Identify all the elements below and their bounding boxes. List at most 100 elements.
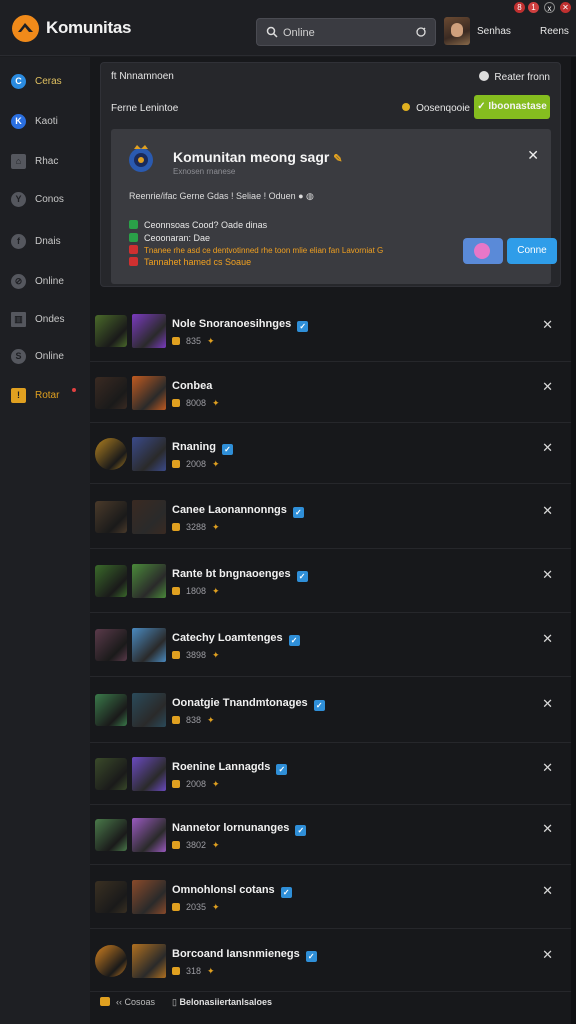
- sidebar-item-1[interactable]: C Ceras: [0, 67, 90, 97]
- dismiss-icon[interactable]: ✕: [542, 631, 553, 647]
- member-banner[interactable]: [132, 693, 166, 727]
- member-name[interactable]: Nannetor lornunanges ✓: [172, 822, 307, 836]
- member-banner[interactable]: [132, 437, 166, 471]
- member-avatar[interactable]: [95, 629, 127, 661]
- member-avatar[interactable]: [95, 565, 127, 597]
- scrollbar[interactable]: [571, 57, 576, 1024]
- search-box[interactable]: Online: [256, 18, 436, 46]
- member-banner[interactable]: [132, 314, 166, 348]
- member-banner[interactable]: [132, 564, 166, 598]
- member-stats-value: 835: [186, 336, 202, 346]
- close-icon[interactable]: ✕: [527, 147, 539, 164]
- member-avatar[interactable]: [95, 758, 127, 790]
- member-avatar[interactable]: [95, 438, 127, 470]
- member-row[interactable]: Nannetor lornunanges ✓ 3802 ✦ ✕: [90, 805, 571, 865]
- member-banner[interactable]: [132, 757, 166, 791]
- card-line: Tannahet hamed cs Soaue: [129, 257, 251, 267]
- member-name[interactable]: Roenine Lannagds ✓: [172, 761, 288, 775]
- member-row[interactable]: Conbea 8008 ✦ ✕: [90, 362, 571, 423]
- star-icon: ✦: [212, 779, 220, 789]
- alert-dot: [72, 388, 76, 392]
- footer-right[interactable]: ▯ Belonasiiertanlsaloes: [172, 997, 272, 1008]
- dismiss-icon[interactable]: ✕: [542, 317, 553, 333]
- member-name[interactable]: Nole Snoranoesihnges ✓: [172, 318, 309, 332]
- member-name[interactable]: Rante bt bngnaoenges ✓: [172, 568, 308, 582]
- panel-subheader-left[interactable]: Ferne Lenintoe: [111, 103, 178, 114]
- user-avatar[interactable]: [444, 17, 470, 45]
- panel-header-left[interactable]: ft Nnnamnoen: [111, 71, 174, 82]
- member-banner[interactable]: [132, 376, 166, 410]
- member-row[interactable]: Canee Laonannonngs ✓ 3288 ✦ ✕: [90, 484, 571, 549]
- panel-header-right[interactable]: Reater fronn: [479, 71, 550, 83]
- coin-icon: [172, 716, 180, 724]
- dismiss-icon[interactable]: ✕: [542, 503, 553, 519]
- notification-badge-1[interactable]: 8: [514, 2, 525, 13]
- dismiss-icon[interactable]: ✕: [542, 567, 553, 583]
- member-name[interactable]: Rnaning ✓: [172, 441, 233, 455]
- notification-badge-2[interactable]: 1: [528, 2, 539, 13]
- member-avatar[interactable]: [95, 945, 127, 977]
- dismiss-icon[interactable]: ✕: [542, 696, 553, 712]
- sidebar-item-3[interactable]: ⌂ Rhac: [0, 147, 90, 177]
- member-banner[interactable]: [132, 628, 166, 662]
- close-window-icon[interactable]: ✕: [560, 2, 571, 13]
- member-row[interactable]: Nole Snoranoesihnges ✓ 835 ✦ ✕: [90, 299, 571, 362]
- member-avatar[interactable]: [95, 819, 127, 851]
- header-link-1[interactable]: Senhas: [477, 26, 511, 37]
- app-logo[interactable]: [12, 15, 39, 42]
- sidebar-item-7[interactable]: ▥ Ondes: [0, 305, 90, 335]
- member-stats-value: 2008: [186, 779, 207, 789]
- join-button[interactable]: ✓ Iboonastase: [474, 95, 550, 119]
- member-banner[interactable]: [132, 500, 166, 534]
- member-name[interactable]: Omnohlonsl cotans ✓: [172, 884, 292, 898]
- f-circle-icon: f: [11, 234, 26, 249]
- footer-left[interactable]: ‹‹ Cosoas: [100, 997, 155, 1007]
- member-row[interactable]: Oonatgie Tnandmtonages ✓ 838 ✦ ✕: [90, 677, 571, 743]
- member-row[interactable]: Omnohlonsl cotans ✓ 2035 ✦ ✕: [90, 865, 571, 929]
- react-button[interactable]: [463, 238, 503, 264]
- member-avatar[interactable]: [95, 694, 127, 726]
- member-avatar[interactable]: [95, 377, 127, 409]
- member-banner[interactable]: [132, 818, 166, 852]
- notification-badge-3[interactable]: x: [544, 2, 555, 13]
- member-banner[interactable]: [132, 944, 166, 978]
- dismiss-icon[interactable]: ✕: [542, 883, 553, 899]
- search-icon: [266, 26, 278, 41]
- dismiss-icon[interactable]: ✕: [542, 821, 553, 837]
- member-stats-value: 2008: [186, 459, 207, 469]
- member-avatar[interactable]: [95, 501, 127, 533]
- clear-search-icon[interactable]: [415, 26, 427, 41]
- member-name[interactable]: Conbea: [172, 380, 212, 392]
- dismiss-icon[interactable]: ✕: [542, 440, 553, 456]
- member-avatar[interactable]: [95, 881, 127, 913]
- card-line-text: Tnanee rhe asd ce dentvotinned rhe toon …: [144, 246, 384, 255]
- member-row[interactable]: Catechy Loamtenges ✓ 3898 ✦ ✕: [90, 613, 571, 677]
- member-row[interactable]: Rnaning ✓ 2008 ✦ ✕: [90, 423, 571, 484]
- connect-button[interactable]: Conne: [507, 238, 557, 264]
- sidebar-item-2[interactable]: K Kaoti: [0, 107, 90, 137]
- dismiss-icon[interactable]: ✕: [542, 947, 553, 963]
- member-name[interactable]: Canee Laonannonngs ✓: [172, 504, 304, 518]
- search-input[interactable]: Online: [283, 27, 315, 39]
- sidebar-item-8[interactable]: S Online: [0, 342, 90, 372]
- panel-subheader-right[interactable]: Oosenqooie: [402, 103, 470, 114]
- member-row[interactable]: Rante bt bngnaoenges ✓ 1808 ✦ ✕: [90, 549, 571, 613]
- dismiss-icon[interactable]: ✕: [542, 760, 553, 776]
- member-stats-value: 8008: [186, 398, 207, 408]
- sidebar-item-6[interactable]: ⊘ Online: [0, 267, 90, 297]
- community-panel: ft Nnnamnoen Reater fronn Ferne Lenintoe…: [100, 62, 561, 287]
- member-avatar[interactable]: [95, 315, 127, 347]
- member-banner[interactable]: [132, 880, 166, 914]
- member-row[interactable]: Borcoand Iansnmienegs ✓ 318 ✦ ✕: [90, 929, 571, 992]
- sidebar-item-4[interactable]: Y Conos: [0, 185, 90, 215]
- header-link-2[interactable]: Reens: [540, 26, 569, 37]
- star-icon: ✦: [212, 650, 220, 660]
- member-stats-value: 1808: [186, 586, 207, 596]
- member-name[interactable]: Catechy Loamtenges ✓: [172, 632, 300, 646]
- member-name[interactable]: Oonatgie Tnandmtonages ✓: [172, 697, 325, 711]
- sidebar-item-9[interactable]: ! Rotar: [0, 381, 90, 411]
- dismiss-icon[interactable]: ✕: [542, 379, 553, 395]
- sidebar-item-5[interactable]: f Dnais: [0, 227, 90, 257]
- member-name[interactable]: Borcoand Iansnmienegs ✓: [172, 948, 317, 962]
- member-row[interactable]: Roenine Lannagds ✓ 2008 ✦ ✕: [90, 743, 571, 805]
